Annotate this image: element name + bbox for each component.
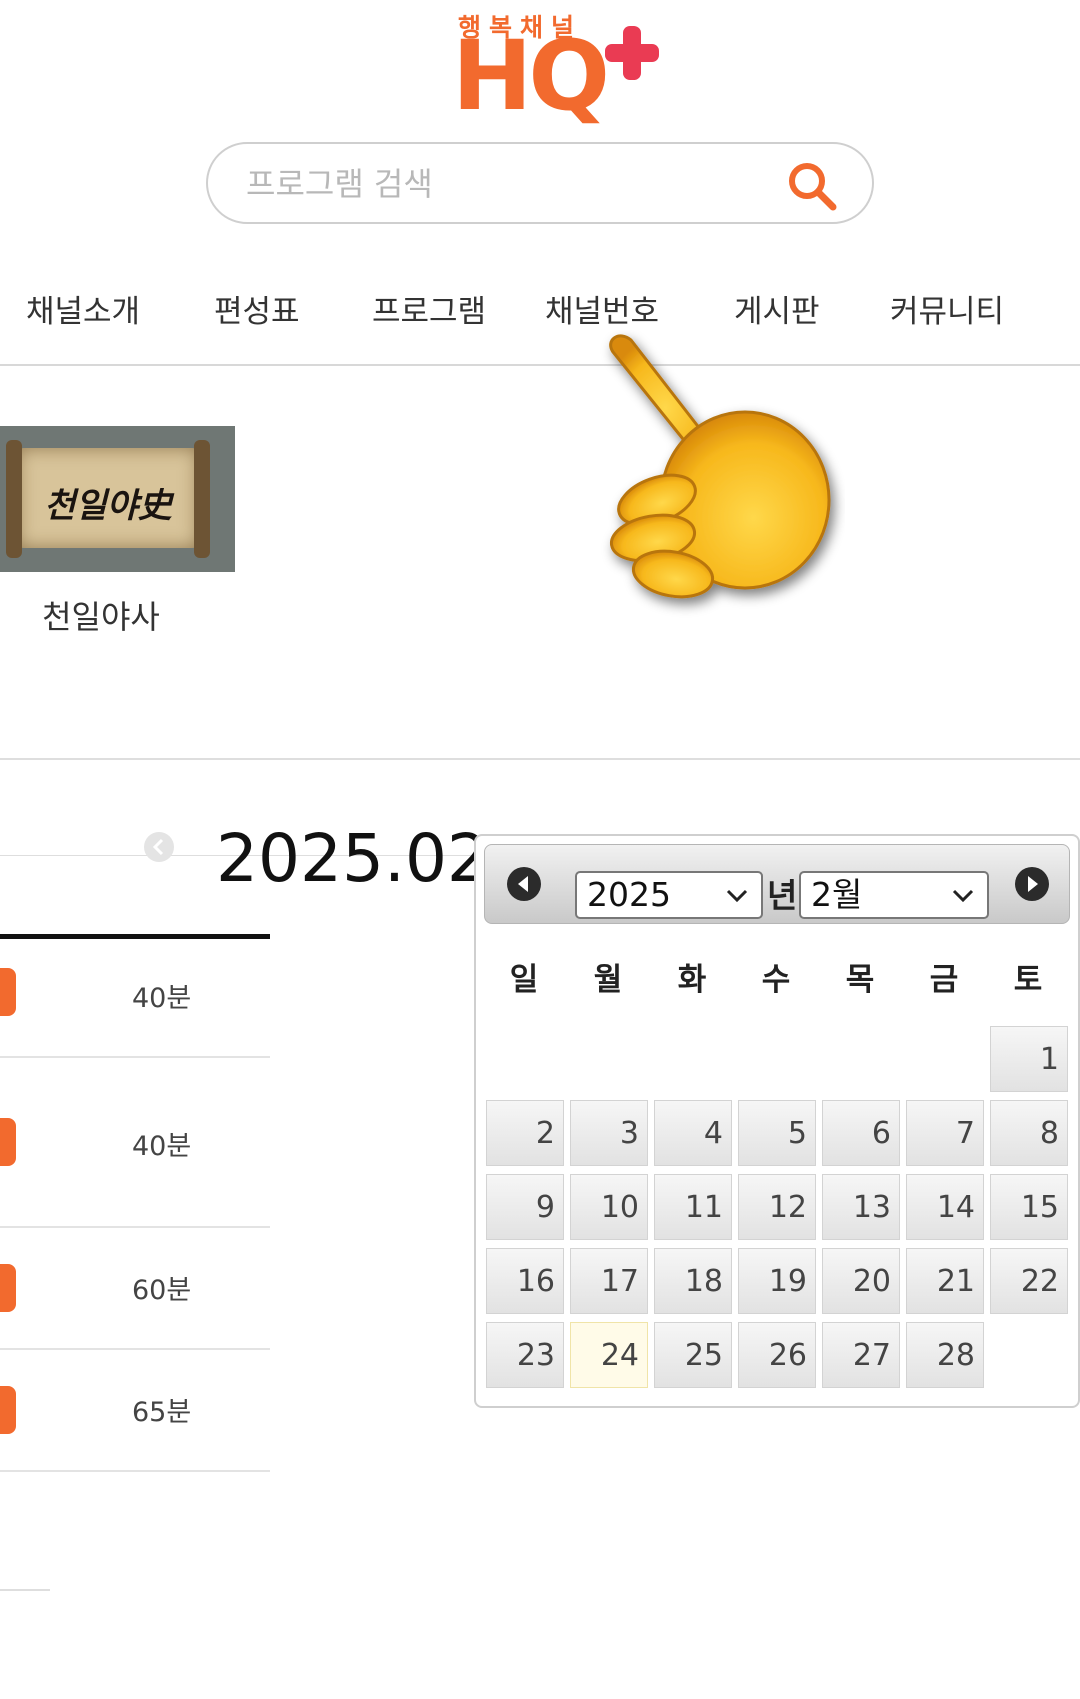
- nav-item-board[interactable]: 게시판: [734, 286, 820, 331]
- current-date: 2025.02.24: [216, 820, 478, 897]
- calendar-day[interactable]: 17: [570, 1248, 648, 1314]
- schedule-duration: 65분: [132, 1397, 192, 1428]
- search-icon[interactable]: [784, 158, 840, 214]
- prev-date-button[interactable]: [144, 832, 174, 862]
- nav-item-program[interactable]: 프로그램: [372, 286, 486, 331]
- prev-month-button[interactable]: [507, 867, 541, 901]
- nav-item-channel-intro[interactable]: 채널소개: [26, 286, 140, 331]
- tab-underline: [0, 934, 270, 939]
- calendar-day[interactable]: 1: [990, 1026, 1068, 1092]
- schedule-marker: [0, 1264, 16, 1312]
- calendar-day[interactable]: 28: [906, 1322, 984, 1388]
- search-input[interactable]: [244, 160, 768, 208]
- schedule-marker: [0, 1386, 16, 1434]
- calendar-day[interactable]: 12: [738, 1174, 816, 1240]
- calendar-day[interactable]: 19: [738, 1248, 816, 1314]
- calendar-day[interactable]: 26: [738, 1322, 816, 1388]
- next-month-button[interactable]: [1015, 867, 1049, 901]
- weekday-header: 목: [845, 962, 875, 998]
- weekday-header: 화: [677, 962, 707, 998]
- next-month-icon: [1028, 876, 1038, 892]
- schedule-row[interactable]: 40분: [0, 940, 270, 1058]
- year-select[interactable]: 2025: [575, 871, 763, 919]
- program-title[interactable]: 천일야사: [0, 592, 202, 638]
- calendar-day[interactable]: 2: [486, 1100, 564, 1166]
- calendar-day[interactable]: 4: [654, 1100, 732, 1166]
- year-select-value: 2025: [587, 875, 671, 914]
- nav-item-schedule[interactable]: 편성표: [214, 286, 300, 331]
- chevron-left-icon: [152, 838, 164, 856]
- calendar-day[interactable]: 3: [570, 1100, 648, 1166]
- schedule-marker: [0, 1118, 16, 1166]
- calendar-day[interactable]: 11: [654, 1174, 732, 1240]
- section-divider: [0, 758, 1080, 760]
- chevron-down-icon: [952, 889, 974, 903]
- schedule-duration: 60분: [132, 1275, 192, 1306]
- calendar-day[interactable]: 23: [486, 1322, 564, 1388]
- scroll-rod-left: [6, 440, 22, 558]
- calendar-day[interactable]: 18: [654, 1248, 732, 1314]
- datepicker: 2025 년 2월 일월화수목금토 1 2 3 4 5 6 7 8 9 10 11 12 13 14 15 1…: [474, 834, 1080, 1408]
- schedule-row[interactable]: 60분: [0, 1228, 270, 1350]
- calendar-day[interactable]: 20: [822, 1248, 900, 1314]
- schedule-duration: 40분: [132, 1131, 192, 1162]
- schedule-row[interactable]: 40분: [0, 1058, 270, 1228]
- list-end-rule: [0, 1589, 50, 1591]
- calendar-day[interactable]: 27: [822, 1322, 900, 1388]
- scroll-rod-right: [194, 440, 210, 558]
- calendar-day-today[interactable]: 24: [570, 1322, 648, 1388]
- calendar-day[interactable]: 6: [822, 1100, 900, 1166]
- calendar-day[interactable]: 14: [906, 1174, 984, 1240]
- search-bar: [206, 142, 874, 224]
- schedule-marker: [0, 968, 16, 1016]
- calendar-day[interactable]: 21: [906, 1248, 984, 1314]
- weekday-header: 토: [1013, 962, 1043, 998]
- logo-plus-icon-vertical: [623, 26, 641, 80]
- weekday-header: 수: [761, 962, 791, 998]
- calendar-day[interactable]: 15: [990, 1174, 1068, 1240]
- nav-item-channel-number[interactable]: 채널번호: [545, 286, 659, 331]
- calendar-day[interactable]: 5: [738, 1100, 816, 1166]
- month-select-value: 2월: [811, 875, 863, 914]
- datepicker-header: 2025 년 2월: [484, 844, 1070, 924]
- calendar-day[interactable]: 7: [906, 1100, 984, 1166]
- scroll-image: 천일야史: [18, 448, 198, 548]
- schedule-row[interactable]: 65분: [0, 1350, 270, 1472]
- year-suffix: 년: [767, 876, 798, 915]
- calendar-day[interactable]: 22: [990, 1248, 1068, 1314]
- chevron-down-icon: [726, 889, 748, 903]
- month-select[interactable]: 2월: [799, 871, 989, 919]
- pointing-hand-icon: [609, 334, 831, 599]
- schedule-duration: 40분: [132, 983, 192, 1014]
- weekday-header: 일: [509, 962, 539, 998]
- thumbnail-title: 천일야史: [44, 486, 172, 526]
- weekday-header: 금: [929, 962, 959, 998]
- calendar-day[interactable]: 8: [990, 1100, 1068, 1166]
- logo[interactable]: HQ: [452, 28, 610, 124]
- calendar-day[interactable]: 10: [570, 1174, 648, 1240]
- calendar-day[interactable]: 16: [486, 1248, 564, 1314]
- calendar-day[interactable]: 9: [486, 1174, 564, 1240]
- program-thumbnail[interactable]: 천일야史: [0, 426, 235, 572]
- prev-month-icon: [518, 876, 528, 892]
- nav-item-community[interactable]: 커뮤니티: [890, 286, 1004, 331]
- main-nav: 채널소개 편성표 프로그램 채널번호 게시판 커뮤니티: [0, 270, 1080, 366]
- calendar-day[interactable]: 25: [654, 1322, 732, 1388]
- weekday-header: 월: [593, 962, 623, 998]
- calendar-day[interactable]: 13: [822, 1174, 900, 1240]
